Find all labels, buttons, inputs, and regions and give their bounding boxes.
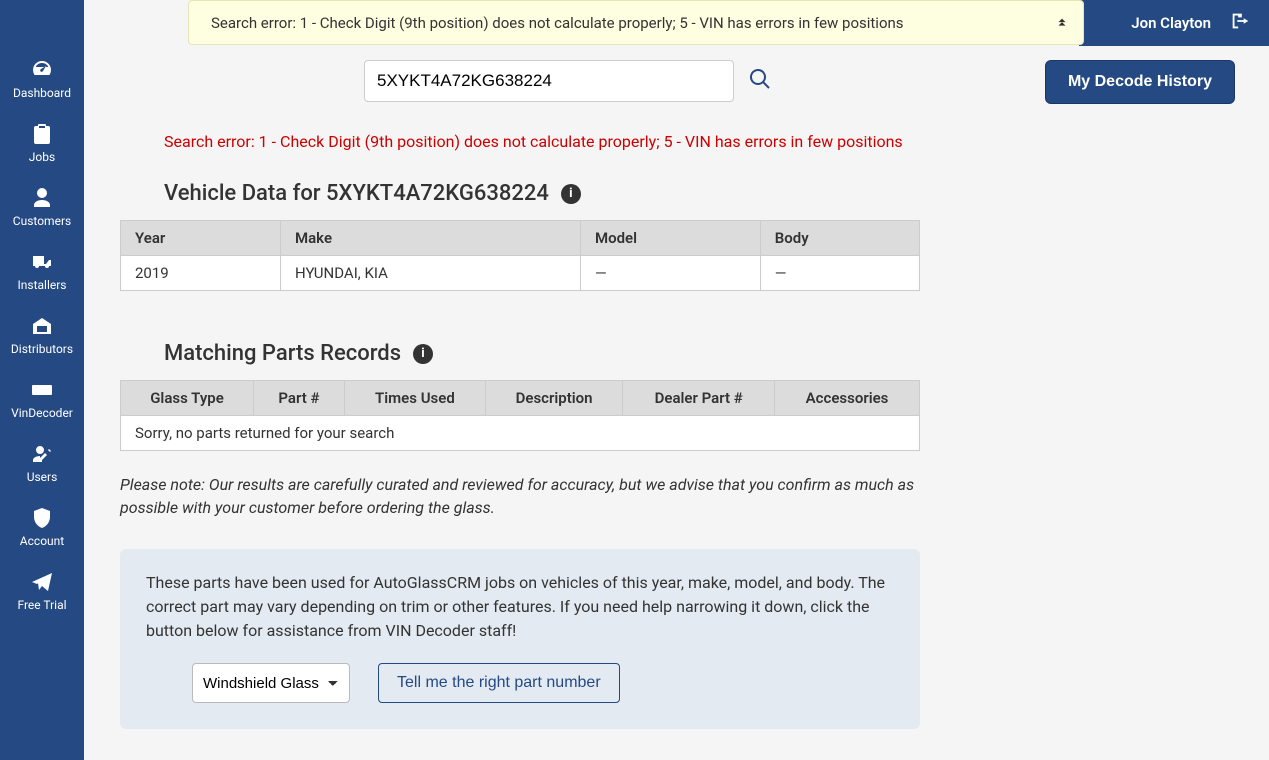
col-description: Description (485, 381, 622, 416)
info-icon[interactable]: i (413, 344, 433, 364)
col-year: Year (121, 221, 281, 256)
col-part-num: Part # (254, 381, 345, 416)
error-banner: Search error: 1 - Check Digit (9th posit… (188, 0, 1084, 45)
warehouse-icon (30, 314, 54, 338)
col-dealer-part: Dealer Part # (623, 381, 775, 416)
logout-icon[interactable] (1229, 10, 1251, 36)
sidebar-item-vindecoder[interactable]: VinDecoder (0, 368, 84, 432)
sidebar-item-dashboard[interactable]: Dashboard (0, 48, 84, 112)
sidebar-item-customers[interactable]: Customers (0, 176, 84, 240)
sidebar-item-label: Distributors (11, 342, 73, 356)
user-icon (30, 186, 54, 210)
paper-plane-icon (30, 570, 54, 594)
banner-text: Search error: 1 - Check Digit (9th posit… (211, 14, 904, 32)
table-row: 2019 HYUNDAI, KIA — — (121, 256, 920, 291)
sidebar: Dashboard Jobs Customers Installers Dist… (0, 0, 84, 760)
search-row (364, 60, 1235, 102)
sidebar-item-users[interactable]: Users (0, 432, 84, 496)
dashboard-icon (30, 58, 54, 82)
topbar: Jon Clayton (1079, 0, 1269, 46)
col-model: Model (581, 221, 761, 256)
vehicle-data-heading: Vehicle Data for 5XYKT4A72KG638224 i (164, 181, 1235, 206)
search-error-text: Search error: 1 - Check Digit (9th posit… (164, 132, 1235, 151)
tell-me-button[interactable]: Tell me the right part number (378, 663, 620, 703)
glass-type-select[interactable]: Windshield Glass (192, 663, 350, 703)
user-edit-icon (30, 442, 54, 466)
parts-table: Glass Type Part # Times Used Description… (120, 380, 920, 451)
shield-icon (30, 506, 54, 530)
sidebar-item-label: Free Trial (17, 598, 66, 612)
main-content: Search error: 1 - Check Digit (9th posit… (84, 46, 1269, 760)
vehicle-data-table: Year Make Model Body 2019 HYUNDAI, KIA —… (120, 220, 920, 291)
table-row: Sorry, no parts returned for your search (121, 416, 920, 451)
banner-collapse-icon[interactable] (1055, 14, 1069, 32)
parts-heading: Matching Parts Records i (164, 341, 1235, 366)
sidebar-item-label: Jobs (29, 150, 55, 164)
info-icon[interactable]: i (561, 184, 581, 204)
help-panel: These parts have been used for AutoGlass… (120, 549, 920, 729)
accuracy-note: Please note: Our results are carefully c… (120, 473, 920, 519)
clipboard-icon (30, 122, 54, 146)
vin-input[interactable] (364, 60, 734, 102)
sidebar-item-label: Customers (13, 214, 71, 228)
sidebar-item-jobs[interactable]: Jobs (0, 112, 84, 176)
user-name[interactable]: Jon Clayton (1131, 14, 1211, 32)
col-glass-type: Glass Type (121, 381, 254, 416)
col-times-used: Times Used (344, 381, 485, 416)
sidebar-item-installers[interactable]: Installers (0, 240, 84, 304)
truck-icon (30, 250, 54, 274)
sidebar-item-distributors[interactable]: Distributors (0, 304, 84, 368)
no-results-text: Sorry, no parts returned for your search (121, 416, 920, 451)
col-accessories: Accessories (775, 381, 920, 416)
sidebar-item-account[interactable]: Account (0, 496, 84, 560)
search-button[interactable] (748, 67, 772, 95)
col-make: Make (281, 221, 581, 256)
help-text: These parts have been used for AutoGlass… (146, 571, 894, 643)
sidebar-item-label: VinDecoder (11, 406, 73, 420)
col-body: Body (760, 221, 919, 256)
keyboard-icon (30, 378, 54, 402)
sidebar-item-label: Dashboard (13, 86, 71, 100)
sidebar-item-label: Account (20, 534, 64, 548)
sidebar-item-freetrial[interactable]: Free Trial (0, 560, 84, 624)
sidebar-item-label: Installers (18, 278, 67, 292)
sidebar-item-label: Users (27, 470, 58, 484)
